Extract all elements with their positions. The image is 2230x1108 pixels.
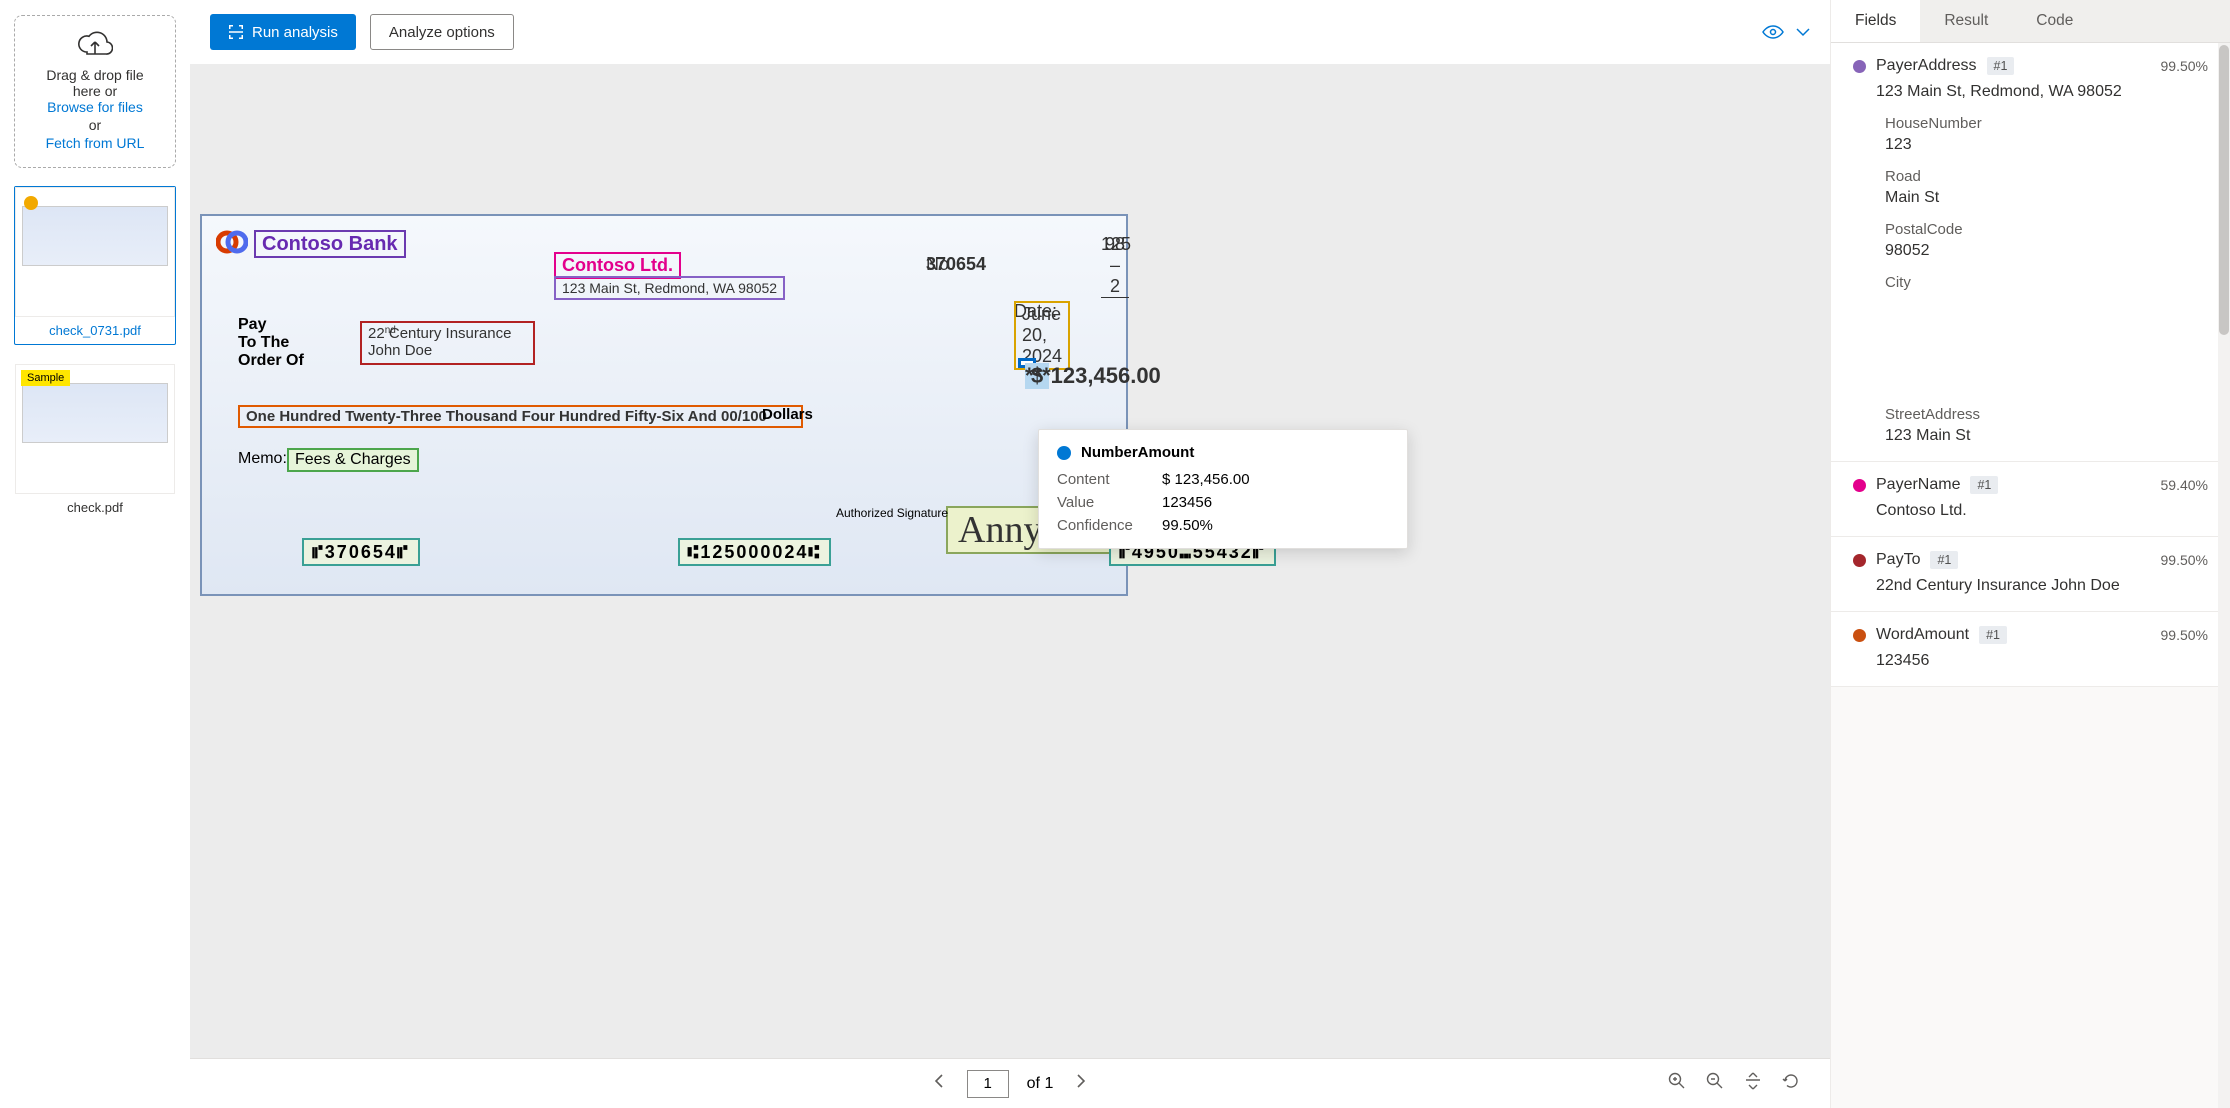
dropzone-text2: here or <box>25 83 165 99</box>
result-tabs: Fields Result Code <box>1831 0 2230 43</box>
tooltip-title: NumberAmount <box>1081 444 1194 461</box>
check-document: Contoso Bank Contoso Ltd. 123 Main St, R… <box>200 214 1128 596</box>
page-total: of 1 <box>1027 1075 1054 1093</box>
thumbnail-check-sample[interactable]: Sample check.pdf <box>14 363 176 522</box>
tab-code[interactable]: Code <box>2012 0 2097 42</box>
zoom-out-icon[interactable] <box>1706 1072 1724 1095</box>
rotate-icon[interactable] <box>1782 1072 1800 1095</box>
micr-line: ⑈370654⑈ ⑆125000024⑆ ⑈4950⑉55432⑈ <box>302 542 1036 570</box>
memo-field: Fees & Charges <box>287 448 419 472</box>
thumbnail-label: check.pdf <box>15 494 175 521</box>
payer-name-field: Contoso Ltd. <box>554 252 681 279</box>
payto-label: Pay To The Order Of <box>238 316 318 370</box>
thumbnail-label: check_0731.pdf <box>15 317 175 344</box>
analyze-options-button[interactable]: Analyze options <box>370 14 514 50</box>
next-page-button[interactable] <box>1071 1069 1091 1098</box>
run-analysis-button[interactable]: Run analysis <box>210 14 356 50</box>
field-word-amount[interactable]: WordAmount#199.50% 123456 <box>1831 612 2230 687</box>
sample-badge: Sample <box>21 370 70 386</box>
field-tooltip: NumberAmount Content$ 123,456.00 Value12… <box>1038 429 1408 549</box>
number-amount-field[interactable]: $***123,456.00 <box>1018 358 1036 368</box>
prev-page-button[interactable] <box>929 1069 949 1098</box>
cloud-upload-icon <box>25 30 165 61</box>
red-dot-icon <box>1853 554 1866 567</box>
field-pay-to[interactable]: PayTo#199.50% 22nd Century Insurance Joh… <box>1831 537 2230 612</box>
scrollbar-track[interactable] <box>2218 43 2230 1108</box>
run-button-label: Run analysis <box>252 24 338 41</box>
tab-result[interactable]: Result <box>1920 0 2012 42</box>
scan-icon <box>228 24 244 40</box>
purple-dot-icon <box>1853 60 1866 73</box>
page-input[interactable] <box>967 1070 1009 1098</box>
or-text: or <box>25 117 165 133</box>
micr-checkno: ⑈370654⑈ <box>302 538 420 566</box>
eye-icon[interactable] <box>1762 24 1784 40</box>
bank-name-field: Contoso Bank <box>254 230 406 258</box>
blue-dot-icon <box>1057 446 1071 460</box>
word-amount-field: One Hundred Twenty-Three Thousand Four H… <box>238 405 803 428</box>
analyze-button-label: Analyze options <box>389 24 495 41</box>
browse-link[interactable]: Browse for files <box>25 99 165 115</box>
fit-screen-icon[interactable] <box>1744 1072 1762 1095</box>
orange-dot-icon <box>1853 629 1866 642</box>
magenta-dot-icon <box>1853 479 1866 492</box>
payer-address-field: 123 Main St, Redmond, WA 98052 <box>554 276 785 300</box>
tab-fields[interactable]: Fields <box>1831 0 1920 42</box>
field-payer-name[interactable]: PayerName#159.40% Contoso Ltd. <box>1831 462 2230 537</box>
scrollbar-thumb[interactable] <box>2219 45 2229 335</box>
micr-routing: ⑆125000024⑆ <box>678 538 832 566</box>
dropzone-text: Drag & drop file <box>25 67 165 83</box>
chevron-down-icon[interactable] <box>1796 27 1810 37</box>
dollars-label: Dollars <box>762 406 813 423</box>
payto-field: 22nd Century InsuranceJohn Doe <box>360 321 535 365</box>
thumbnail-check-0731[interactable]: check_0731.pdf <box>14 186 176 345</box>
field-payer-address[interactable]: PayerAddress#199.50% 123 Main St, Redmon… <box>1831 43 2230 462</box>
file-dropzone[interactable]: Drag & drop file here or Browse for file… <box>14 15 176 168</box>
status-dot-icon <box>24 196 38 210</box>
memo-label: Memo: <box>238 450 287 468</box>
fetch-url-link[interactable]: Fetch from URL <box>25 135 165 151</box>
zoom-in-icon[interactable] <box>1668 1072 1686 1095</box>
